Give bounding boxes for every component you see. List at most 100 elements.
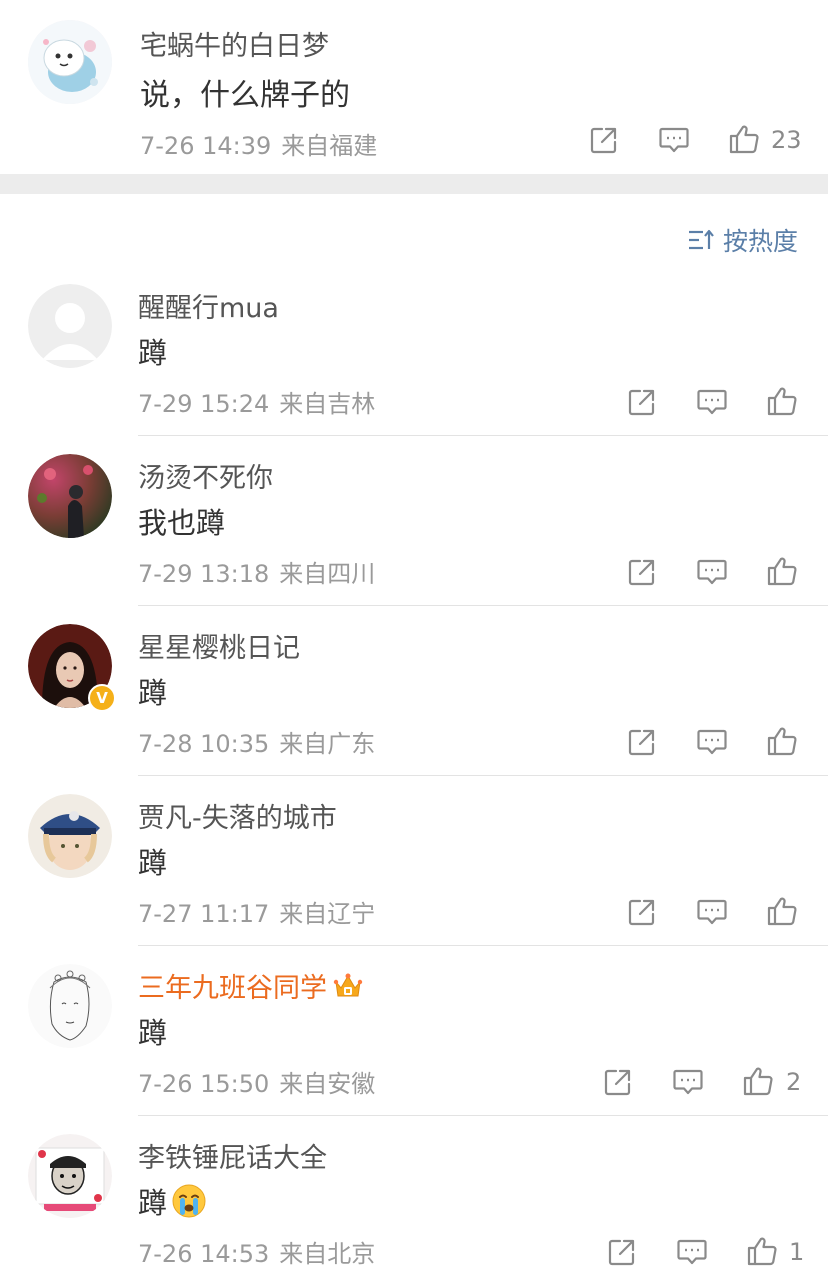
- share-icon: [608, 1239, 635, 1266]
- comment-text: 说，什么牌子的: [140, 78, 350, 113]
- share-button[interactable]: [601, 1065, 635, 1099]
- comment-button[interactable]: [695, 895, 729, 929]
- comment-icon: [677, 1239, 707, 1265]
- section-divider: [0, 174, 828, 194]
- avatar[interactable]: [28, 964, 112, 1048]
- comment-icon: [697, 389, 727, 415]
- share-icon: [628, 389, 655, 416]
- location: 来自辽宁: [279, 900, 376, 928]
- like-button[interactable]: [765, 724, 799, 758]
- reply-meta: 7-29 15:24 来自吉林: [138, 384, 375, 419]
- comment-button[interactable]: [657, 123, 691, 157]
- like-icon: [743, 1067, 773, 1096]
- share-icon: [628, 899, 655, 926]
- list-item: 李铁锤屁话大全 蹲 7-26 14:53 来自北京 1: [0, 1116, 828, 1286]
- username[interactable]: 贾凡-失落的城市: [138, 796, 337, 835]
- reply-text: 蹲: [138, 336, 168, 370]
- username[interactable]: 醒醒行mua: [138, 286, 279, 325]
- like-icon: [767, 387, 797, 416]
- verified-badge: V: [88, 684, 116, 712]
- list-item: 汤烫不死你 我也蹲 7-29 13:18 来自四川: [0, 436, 828, 606]
- username[interactable]: 汤烫不死你: [138, 456, 273, 495]
- reply-meta: 7-29 13:18 来自四川: [138, 554, 375, 589]
- like-button[interactable]: [745, 1234, 779, 1268]
- username[interactable]: 宅蜗牛的白日梦: [140, 24, 329, 63]
- share-button[interactable]: [587, 123, 621, 157]
- timestamp: 7-29 13:18: [138, 560, 270, 588]
- timestamp: 7-26 14:39: [140, 132, 272, 160]
- location: 来自广东: [279, 730, 376, 758]
- timestamp: 7-27 11:17: [138, 900, 270, 928]
- share-icon: [590, 127, 617, 154]
- share-button[interactable]: [625, 725, 659, 759]
- list-item: V 星星樱桃日记 蹲 7-28 10:35 来自广东: [0, 606, 828, 776]
- comment-meta: 7-26 14:39 来自福建: [140, 126, 377, 161]
- share-button[interactable]: [625, 555, 659, 589]
- like-button[interactable]: [765, 894, 799, 928]
- timestamp: 7-28 10:35: [138, 730, 270, 758]
- location: 来自吉林: [279, 390, 376, 418]
- parent-comment: 宅蜗牛的白日梦 说，什么牌子的 7-26 14:39 来自福建 23: [0, 0, 828, 174]
- username[interactable]: 星星樱桃日记: [138, 626, 300, 665]
- reply-body: 蹲: [138, 1180, 207, 1222]
- crying-emoji-icon: [172, 1184, 206, 1218]
- comment-icon: [659, 127, 689, 153]
- share-icon: [628, 729, 655, 756]
- crown-icon: [333, 973, 363, 997]
- like-icon: [767, 727, 797, 756]
- like-button[interactable]: [765, 554, 799, 588]
- username[interactable]: 三年九班谷同学: [138, 973, 327, 1004]
- share-button[interactable]: [625, 895, 659, 929]
- list-item: 贾凡-失落的城市 蹲 7-27 11:17 来自辽宁: [0, 776, 828, 946]
- reply-text: 蹲: [138, 1016, 168, 1050]
- like-button[interactable]: [741, 1064, 775, 1098]
- comment-button[interactable]: [671, 1065, 705, 1099]
- reply-meta: 7-27 11:17 来自辽宁: [138, 894, 375, 929]
- comment-button[interactable]: [675, 1235, 709, 1269]
- like-button[interactable]: [765, 384, 799, 418]
- comment-button[interactable]: [695, 725, 729, 759]
- avatar[interactable]: [28, 284, 112, 368]
- reply-meta: 7-28 10:35 来自广东: [138, 724, 375, 759]
- location: 来自四川: [279, 560, 376, 588]
- like-button[interactable]: [727, 122, 761, 156]
- reply-text: 我也蹲: [138, 506, 226, 540]
- share-icon: [628, 559, 655, 586]
- comment-button[interactable]: [695, 385, 729, 419]
- comment-icon: [697, 899, 727, 925]
- timestamp: 7-26 15:50: [138, 1070, 270, 1098]
- reply-meta: 7-26 15:50 来自安徽: [138, 1064, 375, 1099]
- like-icon: [767, 897, 797, 926]
- avatar[interactable]: [28, 454, 112, 538]
- like-icon: [729, 125, 759, 154]
- reply-meta: 7-26 14:53 来自北京: [138, 1234, 375, 1269]
- comment-icon: [673, 1069, 703, 1095]
- reply-text: 蹲: [138, 846, 168, 880]
- list-item: 三年九班谷同学 蹲 7-26 15:50 来自安徽 2: [0, 946, 828, 1116]
- reply-text: 蹲: [138, 1186, 168, 1220]
- avatar[interactable]: [28, 20, 112, 104]
- avatar[interactable]: [28, 794, 112, 878]
- like-count: 23: [771, 126, 802, 154]
- like-count: 2: [786, 1068, 802, 1096]
- sort-toggle[interactable]: 按热度: [687, 222, 798, 258]
- username[interactable]: 李铁锤屁话大全: [138, 1136, 327, 1175]
- share-icon: [604, 1069, 631, 1096]
- username-vip[interactable]: 三年九班谷同学: [138, 966, 363, 1005]
- sort-icon: [688, 229, 714, 250]
- share-button[interactable]: [605, 1235, 639, 1269]
- like-icon: [747, 1237, 777, 1266]
- like-icon: [767, 557, 797, 586]
- reply-text: 蹲: [138, 676, 168, 710]
- comment-icon: [697, 559, 727, 585]
- location: 来自安徽: [279, 1070, 376, 1098]
- comment-button[interactable]: [695, 555, 729, 589]
- comment-icon: [697, 729, 727, 755]
- avatar[interactable]: [28, 1134, 112, 1218]
- location: 来自北京: [279, 1240, 376, 1268]
- timestamp: 7-29 15:24: [138, 390, 270, 418]
- timestamp: 7-26 14:53: [138, 1240, 270, 1268]
- location: 来自福建: [281, 132, 378, 160]
- share-button[interactable]: [625, 385, 659, 419]
- like-count: 1: [789, 1238, 805, 1266]
